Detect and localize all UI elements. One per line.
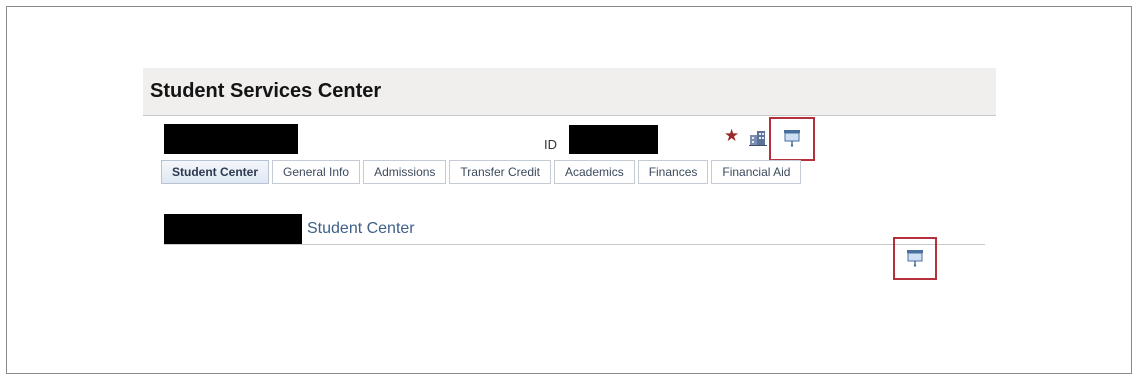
tab-financial-aid[interactable]: Financial Aid xyxy=(711,160,802,184)
star-icon[interactable]: ★ xyxy=(724,126,739,146)
page-title: Student Services Center xyxy=(150,80,382,102)
tab-admissions[interactable]: Admissions xyxy=(363,160,447,184)
section-title: Student Center xyxy=(307,220,415,237)
tab-general-info[interactable]: General Info xyxy=(272,160,361,184)
presentation-icon[interactable] xyxy=(782,128,802,148)
tab-student-center[interactable]: Student Center xyxy=(161,160,270,184)
building-icon[interactable] xyxy=(748,127,768,147)
section-divider xyxy=(164,244,985,245)
page-header: Student Services Center xyxy=(143,68,996,116)
redacted-student-id xyxy=(569,125,658,154)
redacted-student-name xyxy=(164,124,298,154)
screenshot-frame xyxy=(6,6,1132,374)
tab-finances[interactable]: Finances xyxy=(637,160,709,184)
presentation-icon[interactable] xyxy=(905,248,925,268)
redacted-section-name xyxy=(164,214,302,245)
student-id-label: ID xyxy=(544,137,557,152)
tab-transfer-credit[interactable]: Transfer Credit xyxy=(449,160,551,184)
tab-bar: Student Center General Info Admissions T… xyxy=(161,160,802,186)
tab-academics[interactable]: Academics xyxy=(554,160,635,184)
